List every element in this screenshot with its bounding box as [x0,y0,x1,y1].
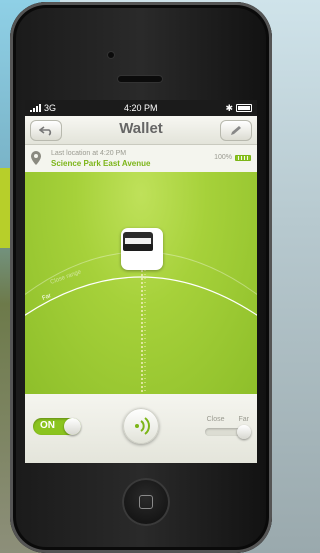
navigation-bar: Wallet [25,116,257,145]
location-place: Science Park East Avenue [51,159,151,168]
pencil-icon [231,125,241,135]
proximity-radar: Close range Far [25,172,257,394]
close-range-label: Close range [50,269,83,286]
range-slider[interactable] [205,425,251,439]
front-camera [108,52,114,58]
wallet-item-tile[interactable] [121,228,163,270]
last-location-label: Last location at 4:20 PM [51,150,127,157]
battery-icon [236,104,252,112]
range-close-label: Close [206,416,225,423]
wallet-icon [123,232,153,251]
device-battery-percent: 100% [214,154,232,161]
bluetooth-icon: ✱ [225,102,233,113]
control-bar: ON Close Far [25,394,257,463]
location-pin-icon [31,151,41,165]
status-bar: 3G 4:20 PM ✱ [25,100,257,116]
status-time: 4:20 PM [123,103,158,113]
earpiece-speaker [118,76,162,82]
toggle-knob [64,418,81,435]
last-location-row: Last location at 4:20 PM Science Park Ea… [25,145,257,174]
phone-screen: 3G 4:20 PM ✱ Wallet Last location at 4:2… [25,100,257,463]
toggle-label: ON [40,420,55,431]
device-battery-icon [235,154,251,161]
sound-waves-icon [135,417,150,435]
home-square-icon [139,495,153,509]
home-button[interactable] [122,478,170,526]
signal-strength-icon [30,104,41,112]
edit-button[interactable] [220,120,252,141]
tracking-toggle[interactable]: ON [33,418,81,435]
range-far-label: Far [238,416,250,423]
far-range-ring [25,276,257,316]
range-slider-knob[interactable] [237,425,251,439]
carrier-label: 3G [44,103,57,113]
ring-signal-button[interactable] [123,408,159,444]
